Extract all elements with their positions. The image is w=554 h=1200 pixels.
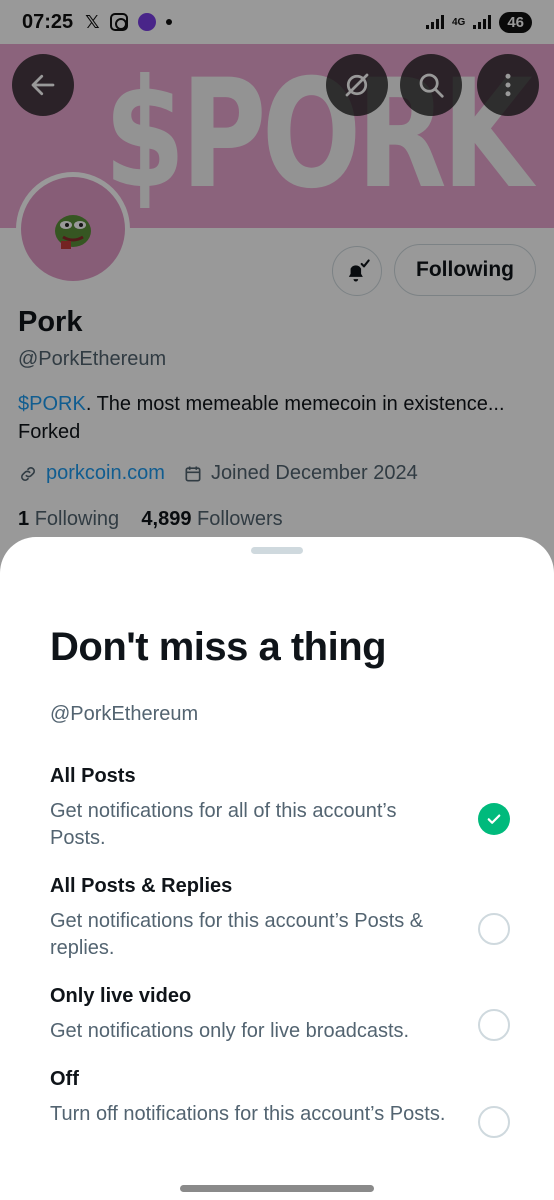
option-all-posts[interactable]: All Posts Get notifications for all of t… [50,765,510,852]
sheet-title: Don't miss a thing [50,625,387,669]
sheet-grabber[interactable] [251,547,303,554]
check-icon [487,814,501,824]
option-title: All Posts & Replies [50,875,233,897]
radio-unchecked[interactable] [478,1106,510,1138]
option-description: Get notifications only for live broadcas… [50,1020,410,1042]
notification-settings-sheet: Don't miss a thing @PorkEthereum All Pos… [0,537,554,1200]
option-description: Get notifications for this account’s Pos… [50,910,424,959]
option-only-live-video[interactable]: Only live video Get notifications only f… [50,985,510,1045]
radio-checked[interactable] [478,803,510,835]
option-description: Get notifications for all of this accoun… [50,800,397,849]
option-off[interactable]: Off Turn off notifications for this acco… [50,1068,510,1138]
radio-unchecked[interactable] [478,1009,510,1041]
option-description: Turn off notifications for this account’… [50,1103,446,1125]
option-title: Only live video [50,985,192,1007]
sheet-handle: @PorkEthereum [50,703,199,725]
gesture-nav-bar[interactable] [180,1185,374,1192]
radio-unchecked[interactable] [478,913,510,945]
option-title: Off [50,1068,79,1090]
option-all-posts-replies[interactable]: All Posts & Replies Get notifications fo… [50,875,510,962]
option-title: All Posts [50,765,136,787]
